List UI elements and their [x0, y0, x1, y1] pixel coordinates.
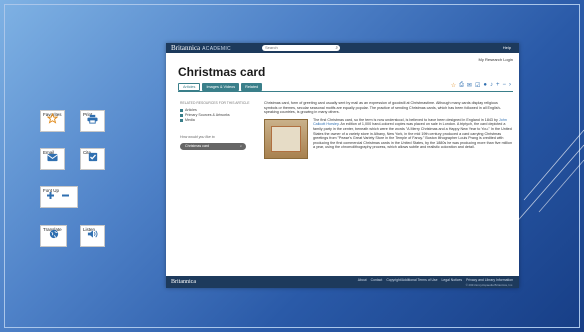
footer-link[interactable]: Legal Notices [442, 278, 463, 282]
search-icon: ⌕ [239, 144, 242, 148]
speaker-icon [81, 226, 104, 244]
footer-link[interactable]: Privacy and Library Information [466, 278, 513, 282]
top-navigation-bar: Britannica ACADEMIC Search ⌕ Help [166, 43, 519, 53]
globe-icon [41, 226, 66, 244]
content-tabs: Articles Images & Videos Related [178, 83, 263, 91]
christmas-card-image[interactable] [264, 118, 308, 159]
cite-icon[interactable]: ☑ [475, 82, 480, 89]
footer-bar: Britannica About Contact Copyright/Addit… [166, 276, 519, 288]
envelope-icon [41, 149, 64, 167]
footer-link[interactable]: Contact [371, 278, 383, 282]
more-icon[interactable]: › [509, 82, 511, 89]
sidebar-prompt: How would you like to [180, 135, 215, 139]
zoom-in-icon[interactable]: + [496, 82, 500, 89]
footer-logo[interactable]: Britannica [171, 279, 196, 285]
translate-button[interactable]: Translate [40, 225, 67, 247]
listen-button[interactable]: Listen [80, 225, 105, 247]
browser-window: Britannica ACADEMIC Search ⌕ Help My Rese… [166, 43, 519, 288]
footer-links: About Contact Copyright/Additional Terms… [358, 278, 513, 282]
pill-label: Christmas card [185, 144, 210, 148]
font-size-control[interactable]: Font Up [40, 186, 78, 208]
brand-sub: ACADEMIC [202, 46, 231, 52]
research-login-link[interactable]: My Research Login [479, 57, 513, 62]
favorite-icon[interactable]: ☆ [451, 82, 456, 89]
page-title: Christmas card [178, 65, 266, 79]
tab-related[interactable]: Related [241, 83, 263, 91]
favorites-button[interactable]: Favorites [40, 110, 65, 132]
search-input[interactable]: Search ⌕ [262, 45, 340, 51]
related-search-pill[interactable]: Christmas card ⌕ [180, 143, 246, 150]
search-placeholder: Search [265, 45, 278, 50]
print-icon[interactable]: ⎙ [459, 82, 464, 89]
paragraph-text: . An edition of 1,000 hand-colored copie… [313, 122, 513, 150]
britannica-logo[interactable]: Britannica ACADEMIC [171, 44, 231, 52]
tab-images-videos[interactable]: Images & Videos [202, 83, 240, 91]
copyright-text: © 2021 Encyclopaedia Britannica, Inc. [465, 283, 513, 287]
print-button[interactable]: Print [80, 110, 105, 132]
zoom-out-icon[interactable]: − [502, 82, 506, 89]
article-paragraph: Christmas card, form of greeting card us… [264, 101, 501, 115]
tab-articles[interactable]: Articles [178, 83, 201, 91]
audio-icon[interactable]: ♪ [490, 82, 493, 89]
paragraph-text: The first Christmas card, so the term is… [313, 117, 499, 122]
cite-button[interactable]: Cite [80, 148, 105, 170]
article-body: Christmas card, form of greeting card us… [264, 101, 512, 161]
help-link[interactable]: Help [503, 45, 511, 50]
printer-icon [81, 111, 104, 129]
sidebar-heading: RELATED RESOURCES FOR THIS ARTICLE [180, 101, 250, 105]
related-sidebar: RELATED RESOURCES FOR THIS ARTICLE Artic… [180, 101, 252, 150]
plus-minus-icon[interactable] [41, 187, 77, 205]
sidebar-item-media[interactable]: Media [180, 118, 252, 123]
email-button[interactable]: Email [40, 148, 65, 170]
article-toolbar: ☆ ⎙ ✉ ☑ ● ♪ + − › [451, 82, 511, 89]
footer-link[interactable]: Copyright/Additional Terms of Use [386, 278, 437, 282]
email-icon[interactable]: ✉ [467, 82, 472, 89]
tab-divider [178, 91, 513, 92]
checkbox-icon [81, 149, 104, 167]
search-icon[interactable]: ⌕ [335, 45, 338, 51]
footer-link[interactable]: About [358, 278, 367, 282]
star-icon [41, 111, 64, 129]
share-icon[interactable]: ● [483, 82, 487, 89]
brand-name: Britannica [171, 44, 201, 52]
